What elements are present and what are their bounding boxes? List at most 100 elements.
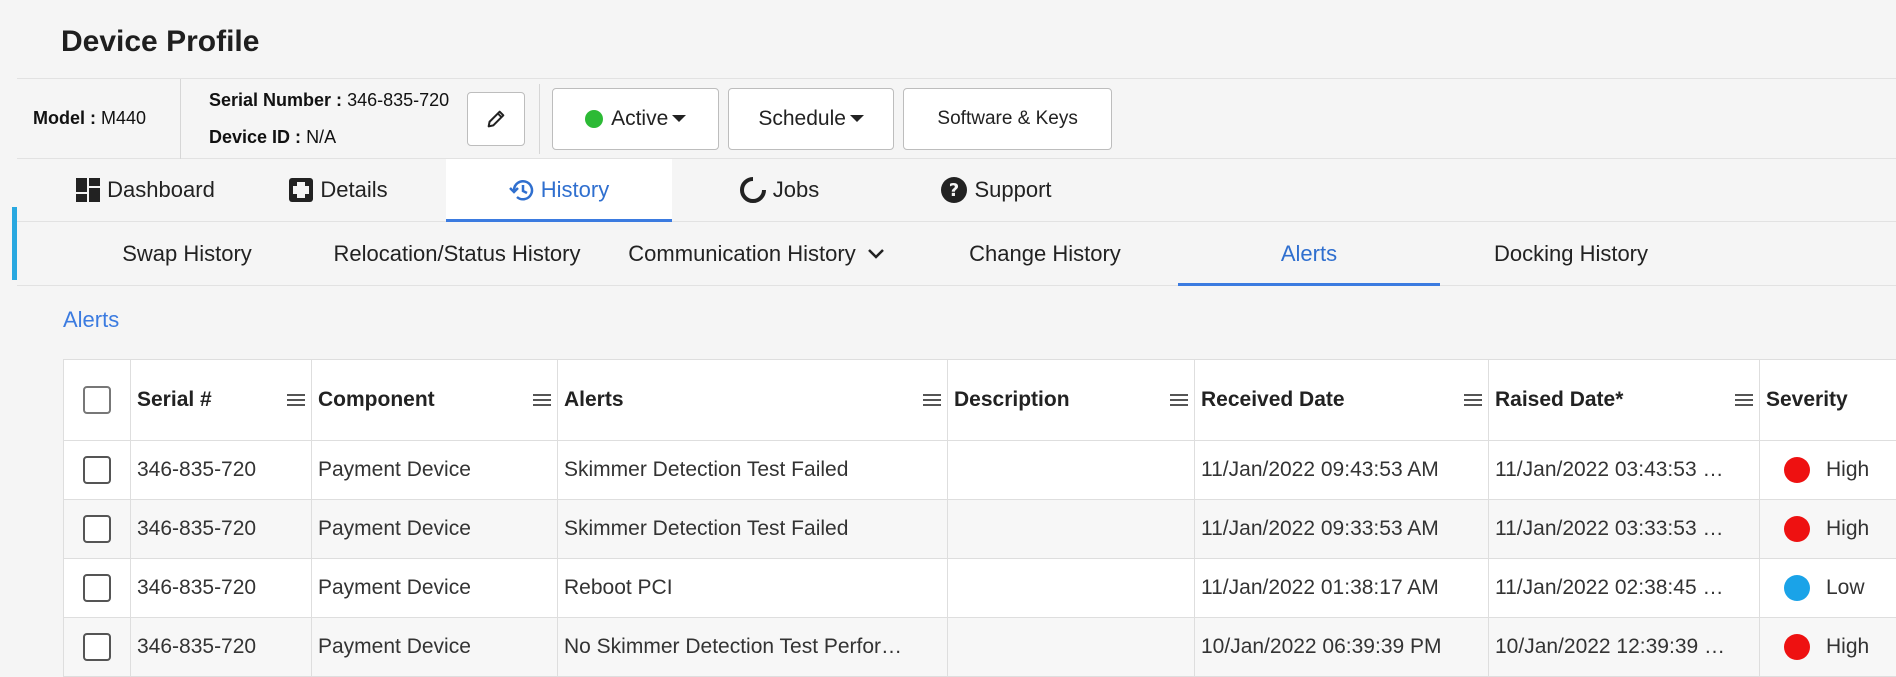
select-all-checkbox[interactable] [83, 386, 111, 414]
subtab-label: Alerts [1281, 241, 1337, 267]
cell-description [948, 618, 1195, 677]
subtab-swap-history[interactable]: Swap History [62, 222, 312, 285]
row-select-cell [64, 441, 131, 500]
main-tabs: Dashboard Details History Jobs ? Support [17, 159, 1896, 222]
pencil-icon [485, 108, 507, 130]
column-title: Raised Date* [1495, 388, 1623, 412]
row-checkbox[interactable] [83, 456, 111, 484]
cell-serial: 346-835-720 [131, 500, 312, 559]
dashboard-icon [75, 177, 101, 203]
tab-label: Support [974, 177, 1051, 203]
software-keys-button[interactable]: Software & Keys [903, 88, 1112, 150]
cell-component: Payment Device [312, 618, 558, 677]
cell-description [948, 441, 1195, 500]
table-row[interactable]: 346-835-720 Payment Device Skimmer Detec… [64, 441, 1896, 500]
subtab-label: Swap History [122, 241, 252, 267]
severity-dot-icon [1784, 575, 1810, 601]
table-row[interactable]: 346-835-720 Payment Device Reboot PCI 11… [64, 559, 1896, 618]
cell-severity: High [1760, 441, 1896, 500]
edit-device-button[interactable] [467, 92, 525, 146]
severity-label: High [1826, 517, 1869, 541]
deviceid-label: Device ID : [209, 127, 301, 147]
cell-received-date: 11/Jan/2022 09:33:53 AM [1195, 500, 1489, 559]
subtab-docking-history[interactable]: Docking History [1440, 222, 1702, 285]
subtab-relocation-status-history[interactable]: Relocation/Status History [312, 222, 602, 285]
column-header-raised-date[interactable]: Raised Date* [1489, 360, 1760, 441]
tab-label: Jobs [773, 177, 819, 203]
column-menu-icon[interactable] [1735, 394, 1753, 406]
column-menu-icon[interactable] [533, 394, 551, 406]
alerts-table: Serial # Component Alerts Description Re… [63, 359, 1896, 677]
tab-history[interactable]: History [446, 159, 672, 221]
cell-severity: Low [1760, 559, 1896, 618]
column-menu-icon[interactable] [287, 394, 305, 406]
serial-label: Serial Number : [209, 90, 342, 110]
cell-severity: High [1760, 618, 1896, 677]
subtab-label: Docking History [1494, 241, 1648, 267]
severity-label: Low [1826, 576, 1865, 600]
tab-details[interactable]: Details [230, 159, 446, 221]
column-menu-icon[interactable] [1464, 394, 1482, 406]
schedule-label: Schedule [758, 107, 846, 131]
cell-severity: High [1760, 500, 1896, 559]
schedule-dropdown-button[interactable]: Schedule [728, 88, 894, 150]
cell-alert: No Skimmer Detection Test Perfor… [558, 618, 948, 677]
status-dropdown-button[interactable]: Active [552, 88, 719, 150]
deviceid-line: Device ID : N/A [209, 127, 449, 148]
model-info: Model : M440 [17, 79, 181, 159]
cell-description [948, 500, 1195, 559]
status-dot-icon [585, 110, 603, 128]
column-title: Severity [1766, 388, 1848, 412]
subtab-change-history[interactable]: Change History [912, 222, 1178, 285]
column-header-alerts[interactable]: Alerts [558, 360, 948, 441]
caret-down-icon [850, 115, 864, 122]
subtab-communication-history[interactable]: Communication History [602, 222, 912, 285]
column-title: Description [954, 388, 1070, 412]
subtab-label: Change History [969, 241, 1121, 267]
toolbar-divider [539, 84, 540, 154]
column-header-received-date[interactable]: Received Date [1195, 360, 1489, 441]
tab-label: Details [320, 177, 387, 203]
cell-received-date: 10/Jan/2022 06:39:39 PM [1195, 618, 1489, 677]
cell-alert: Skimmer Detection Test Failed [558, 441, 948, 500]
column-header-component[interactable]: Component [312, 360, 558, 441]
row-checkbox[interactable] [83, 574, 111, 602]
tab-label: Dashboard [107, 177, 215, 203]
subtab-alerts[interactable]: Alerts [1178, 222, 1440, 285]
page-title: Device Profile [61, 25, 259, 59]
caret-down-icon [672, 115, 686, 122]
cell-raised-date: 11/Jan/2022 02:38:45 … [1489, 559, 1760, 618]
column-header-severity[interactable]: Severity [1760, 360, 1896, 441]
tab-label: History [541, 177, 609, 203]
subtab-label: Communication History [628, 241, 855, 267]
column-header-serial[interactable]: Serial # [131, 360, 312, 441]
column-title: Serial # [137, 388, 212, 412]
table-row[interactable]: 346-835-720 Payment Device Skimmer Detec… [64, 500, 1896, 559]
support-icon: ? [940, 176, 968, 204]
cell-component: Payment Device [312, 559, 558, 618]
cell-component: Payment Device [312, 441, 558, 500]
row-checkbox[interactable] [83, 633, 111, 661]
tab-dashboard[interactable]: Dashboard [60, 159, 230, 221]
cell-received-date: 11/Jan/2022 01:38:17 AM [1195, 559, 1489, 618]
serial-line: Serial Number : 346-835-720 [209, 90, 449, 111]
tab-jobs[interactable]: Jobs [672, 159, 886, 221]
tab-support[interactable]: ? Support [886, 159, 1106, 221]
cell-raised-date: 11/Jan/2022 03:43:53 … [1489, 441, 1760, 500]
title-bar: Device Profile [17, 5, 1896, 79]
column-header-description[interactable]: Description [948, 360, 1195, 441]
table-row[interactable]: 346-835-720 Payment Device No Skimmer De… [64, 618, 1896, 677]
cell-serial: 346-835-720 [131, 441, 312, 500]
cell-raised-date: 11/Jan/2022 03:33:53 … [1489, 500, 1760, 559]
cell-received-date: 11/Jan/2022 09:43:53 AM [1195, 441, 1489, 500]
cell-alert: Skimmer Detection Test Failed [558, 500, 948, 559]
column-menu-icon[interactable] [923, 394, 941, 406]
svg-text:?: ? [949, 180, 959, 201]
row-checkbox[interactable] [83, 515, 111, 543]
row-select-cell [64, 618, 131, 677]
device-info-row: Model : M440 Serial Number : 346-835-720… [17, 79, 1896, 159]
column-menu-icon[interactable] [1170, 394, 1188, 406]
details-icon [288, 177, 314, 203]
history-icon [509, 177, 535, 203]
severity-label: High [1826, 458, 1869, 482]
